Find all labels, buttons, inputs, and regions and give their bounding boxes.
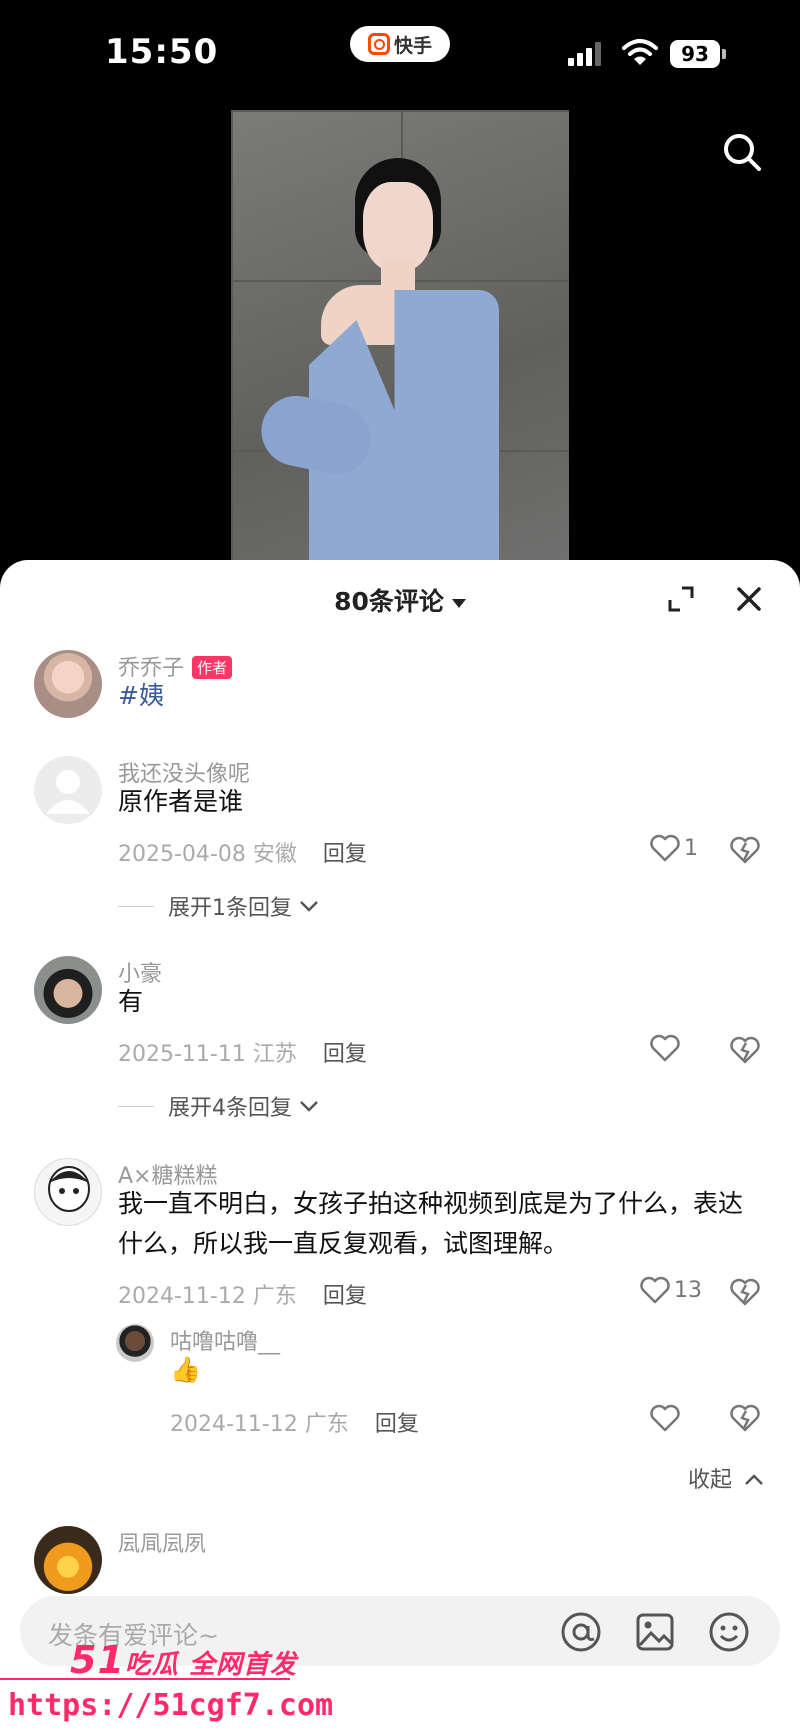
reply-avatar[interactable]: [116, 1324, 154, 1362]
expand-replies[interactable]: 展开1条回复: [118, 890, 320, 922]
signal-icon: [568, 42, 601, 66]
chevron-down-icon: [300, 901, 318, 912]
comments-panel: 80条评论 乔乔子 作者 #姨 我还没头像呢 原作者是谁 2025-04-08 安…: [0, 560, 800, 1736]
avatar[interactable]: [34, 650, 102, 718]
reply-button[interactable]: 回复: [375, 1412, 419, 1437]
like-count: 1: [684, 835, 698, 861]
chevron-up-icon: [745, 1474, 763, 1485]
heart-icon: [650, 1034, 680, 1062]
reply-text[interactable]: 👍: [170, 1350, 800, 1390]
reply-button[interactable]: 回复: [323, 842, 367, 867]
avatar[interactable]: [34, 756, 102, 824]
comment-text[interactable]: 原作者是谁: [118, 782, 748, 822]
collapse-replies[interactable]: 收起: [688, 1462, 765, 1494]
app-name: 快手: [393, 34, 432, 57]
like-button[interactable]: 1: [650, 834, 698, 862]
search-icon[interactable]: [720, 130, 764, 174]
kuaishou-icon: [367, 33, 390, 55]
comment-item: 凨凬凨夙: [0, 1526, 800, 1606]
heart-icon: [640, 1276, 670, 1304]
caret-down-icon: [451, 598, 466, 608]
comment-meta: 2025-11-11 江苏 回复: [118, 1042, 367, 1067]
wifi-icon: [622, 39, 658, 65]
status-bar: 15:50 快手 93: [0, 0, 800, 100]
like-count: 13: [674, 1277, 702, 1303]
watermark-divider: [0, 1678, 290, 1680]
dislike-icon[interactable]: [730, 1036, 760, 1064]
dislike-icon[interactable]: [730, 1278, 760, 1306]
like-button[interactable]: 13: [640, 1276, 702, 1304]
dislike-icon[interactable]: [730, 1404, 760, 1432]
comments-title: 80条评论: [334, 587, 444, 616]
heart-icon: [650, 834, 680, 862]
expand-icon[interactable]: [668, 586, 694, 612]
avatar[interactable]: [34, 1526, 102, 1594]
close-icon[interactable]: [734, 584, 764, 614]
dislike-icon[interactable]: [730, 836, 760, 864]
expand-replies[interactable]: 展开4条回复: [118, 1090, 320, 1122]
app-indicator-pill[interactable]: 快手: [350, 26, 450, 62]
video-player[interactable]: [231, 110, 569, 570]
comment-meta: 2024-11-12 广东 回复: [118, 1284, 367, 1309]
comment-text[interactable]: 我一直不明白，女孩子拍这种视频到底是为了什么，表达什么，所以我一直反复观看，试图…: [118, 1184, 748, 1264]
comment-meta: 2025-04-08 安徽 回复: [118, 842, 367, 867]
comment-item: 乔乔子 作者 #姨: [0, 650, 800, 730]
comment-author[interactable]: 凨凬凨夙: [118, 1526, 206, 1558]
chevron-down-icon: [300, 1101, 318, 1112]
like-button[interactable]: [650, 1034, 684, 1062]
comment-item: A×糖糕糕 我一直不明白，女孩子拍这种视频到底是为了什么，表达什么，所以我一直反…: [0, 1158, 800, 1448]
battery-indicator: 93: [670, 40, 726, 68]
reply-button[interactable]: 回复: [323, 1042, 367, 1067]
image-icon[interactable]: [634, 1611, 676, 1653]
comment-text[interactable]: #姨: [118, 676, 748, 716]
emoji-icon[interactable]: [708, 1611, 750, 1653]
status-time: 15:50: [105, 32, 219, 72]
comment-text[interactable]: 有: [118, 982, 748, 1022]
watermark-url: https://51cgf7.com: [8, 1688, 334, 1723]
watermark-brand: 51吃瓜 全网首发: [70, 1638, 297, 1682]
comments-header: 80条评论: [0, 560, 800, 636]
comment-item: 小豪 有 2025-11-11 江苏 回复 展开4条回复: [0, 956, 800, 1126]
comment-item: 我还没头像呢 原作者是谁 2025-04-08 安徽 回复 1 展开1条回复: [0, 756, 800, 926]
reply-button[interactable]: 回复: [323, 1284, 367, 1309]
mention-icon[interactable]: [560, 1611, 602, 1653]
heart-icon[interactable]: [650, 1404, 680, 1432]
reply-meta: 2024-11-12 广东 回复: [170, 1412, 419, 1437]
avatar[interactable]: [34, 956, 102, 1024]
avatar[interactable]: [34, 1158, 102, 1226]
